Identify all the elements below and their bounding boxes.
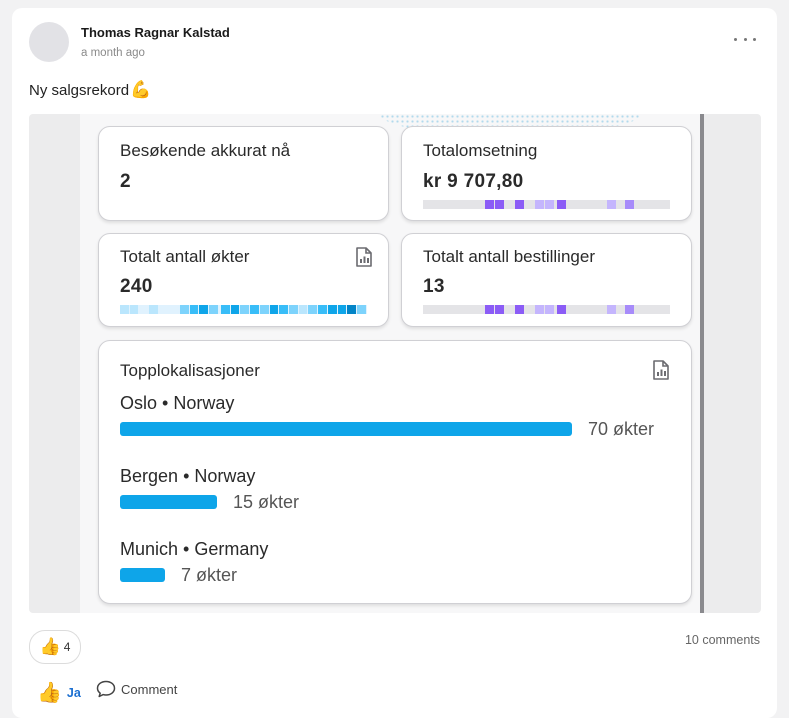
reactions-summary[interactable]: 👍 4: [29, 630, 81, 664]
location-separator: •: [162, 393, 169, 413]
screenshot-edge: [700, 114, 704, 613]
location-country: Norway: [194, 466, 256, 486]
orders-title: Totalt antall bestillinger: [423, 247, 595, 266]
reaction-count: 4: [63, 640, 71, 654]
comment-label: Comment: [121, 681, 178, 697]
like-button[interactable]: 👍 Ja: [37, 680, 81, 705]
visitors-card: Besøkende akkurat nå 2: [98, 126, 389, 221]
sessions-value: 240: [120, 276, 153, 297]
top-locations-title: Topplokalisasjoner: [120, 361, 260, 380]
location-city: Munich: [120, 539, 179, 559]
location-bar: [120, 568, 165, 582]
post-card: Thomas Ragnar Kalstad a month ago Ny sal…: [12, 8, 777, 718]
thumbs-up-icon: 👍: [37, 682, 62, 704]
location-separator: •: [183, 539, 190, 559]
location-separator: •: [183, 466, 190, 486]
location-name: Munich • Germany: [120, 539, 268, 560]
visitors-value: 2: [120, 171, 131, 192]
flexed-biceps-icon: 💪: [130, 80, 152, 99]
location-name: Oslo • Norway: [120, 393, 234, 414]
report-icon[interactable]: [355, 247, 373, 267]
revenue-value: kr 9 707,80: [423, 171, 524, 192]
post-text: Ny salgsrekord 💪: [29, 80, 151, 100]
sessions-sparkline: [120, 305, 367, 314]
thumbs-up-icon: 👍: [39, 637, 61, 656]
comment-button[interactable]: Comment: [96, 680, 177, 698]
location-country: Germany: [194, 539, 269, 559]
avatar[interactable]: [29, 22, 69, 62]
comments-count-link[interactable]: 10 comments: [685, 633, 760, 647]
location-bar: [120, 422, 572, 436]
author-name[interactable]: Thomas Ragnar Kalstad: [81, 25, 230, 40]
orders-sparkline: [423, 305, 670, 314]
sessions-card: Totalt antall økter 240: [98, 233, 389, 327]
like-label: Ja: [66, 685, 81, 700]
post-timestamp[interactable]: a month ago: [81, 47, 145, 59]
visitors-title: Besøkende akkurat nå: [120, 141, 291, 160]
comment-bubble-icon: [96, 680, 116, 698]
location-city: Bergen: [120, 466, 179, 486]
location-country: Norway: [173, 393, 235, 413]
revenue-title: Totalomsetning: [423, 141, 538, 160]
dashboard-screenshot: Besøkende akkurat nå 2 Totalomsetning kr…: [80, 114, 704, 613]
top-locations-card: Topplokalisasjoner Oslo • Norway 70 økte…: [98, 340, 692, 604]
revenue-sparkline: [423, 200, 670, 209]
location-count: 70 økter: [588, 419, 655, 439]
location-count: 15 økter: [233, 492, 300, 512]
location-name: Bergen • Norway: [120, 466, 255, 487]
report-icon[interactable]: [652, 360, 670, 380]
post-image[interactable]: Besøkende akkurat nå 2 Totalomsetning kr…: [29, 114, 761, 613]
post-text-body: Ny salgsrekord: [29, 81, 130, 99]
orders-card: Totalt antall bestillinger 13: [401, 233, 692, 327]
location-city: Oslo: [120, 393, 158, 413]
orders-value: 13: [423, 276, 445, 297]
revenue-card: Totalomsetning kr 9 707,80: [401, 126, 692, 221]
sessions-title: Totalt antall økter: [120, 247, 250, 266]
more-options-icon[interactable]: [734, 32, 756, 46]
location-bar: [120, 495, 217, 509]
location-count: 7 økter: [181, 565, 238, 585]
